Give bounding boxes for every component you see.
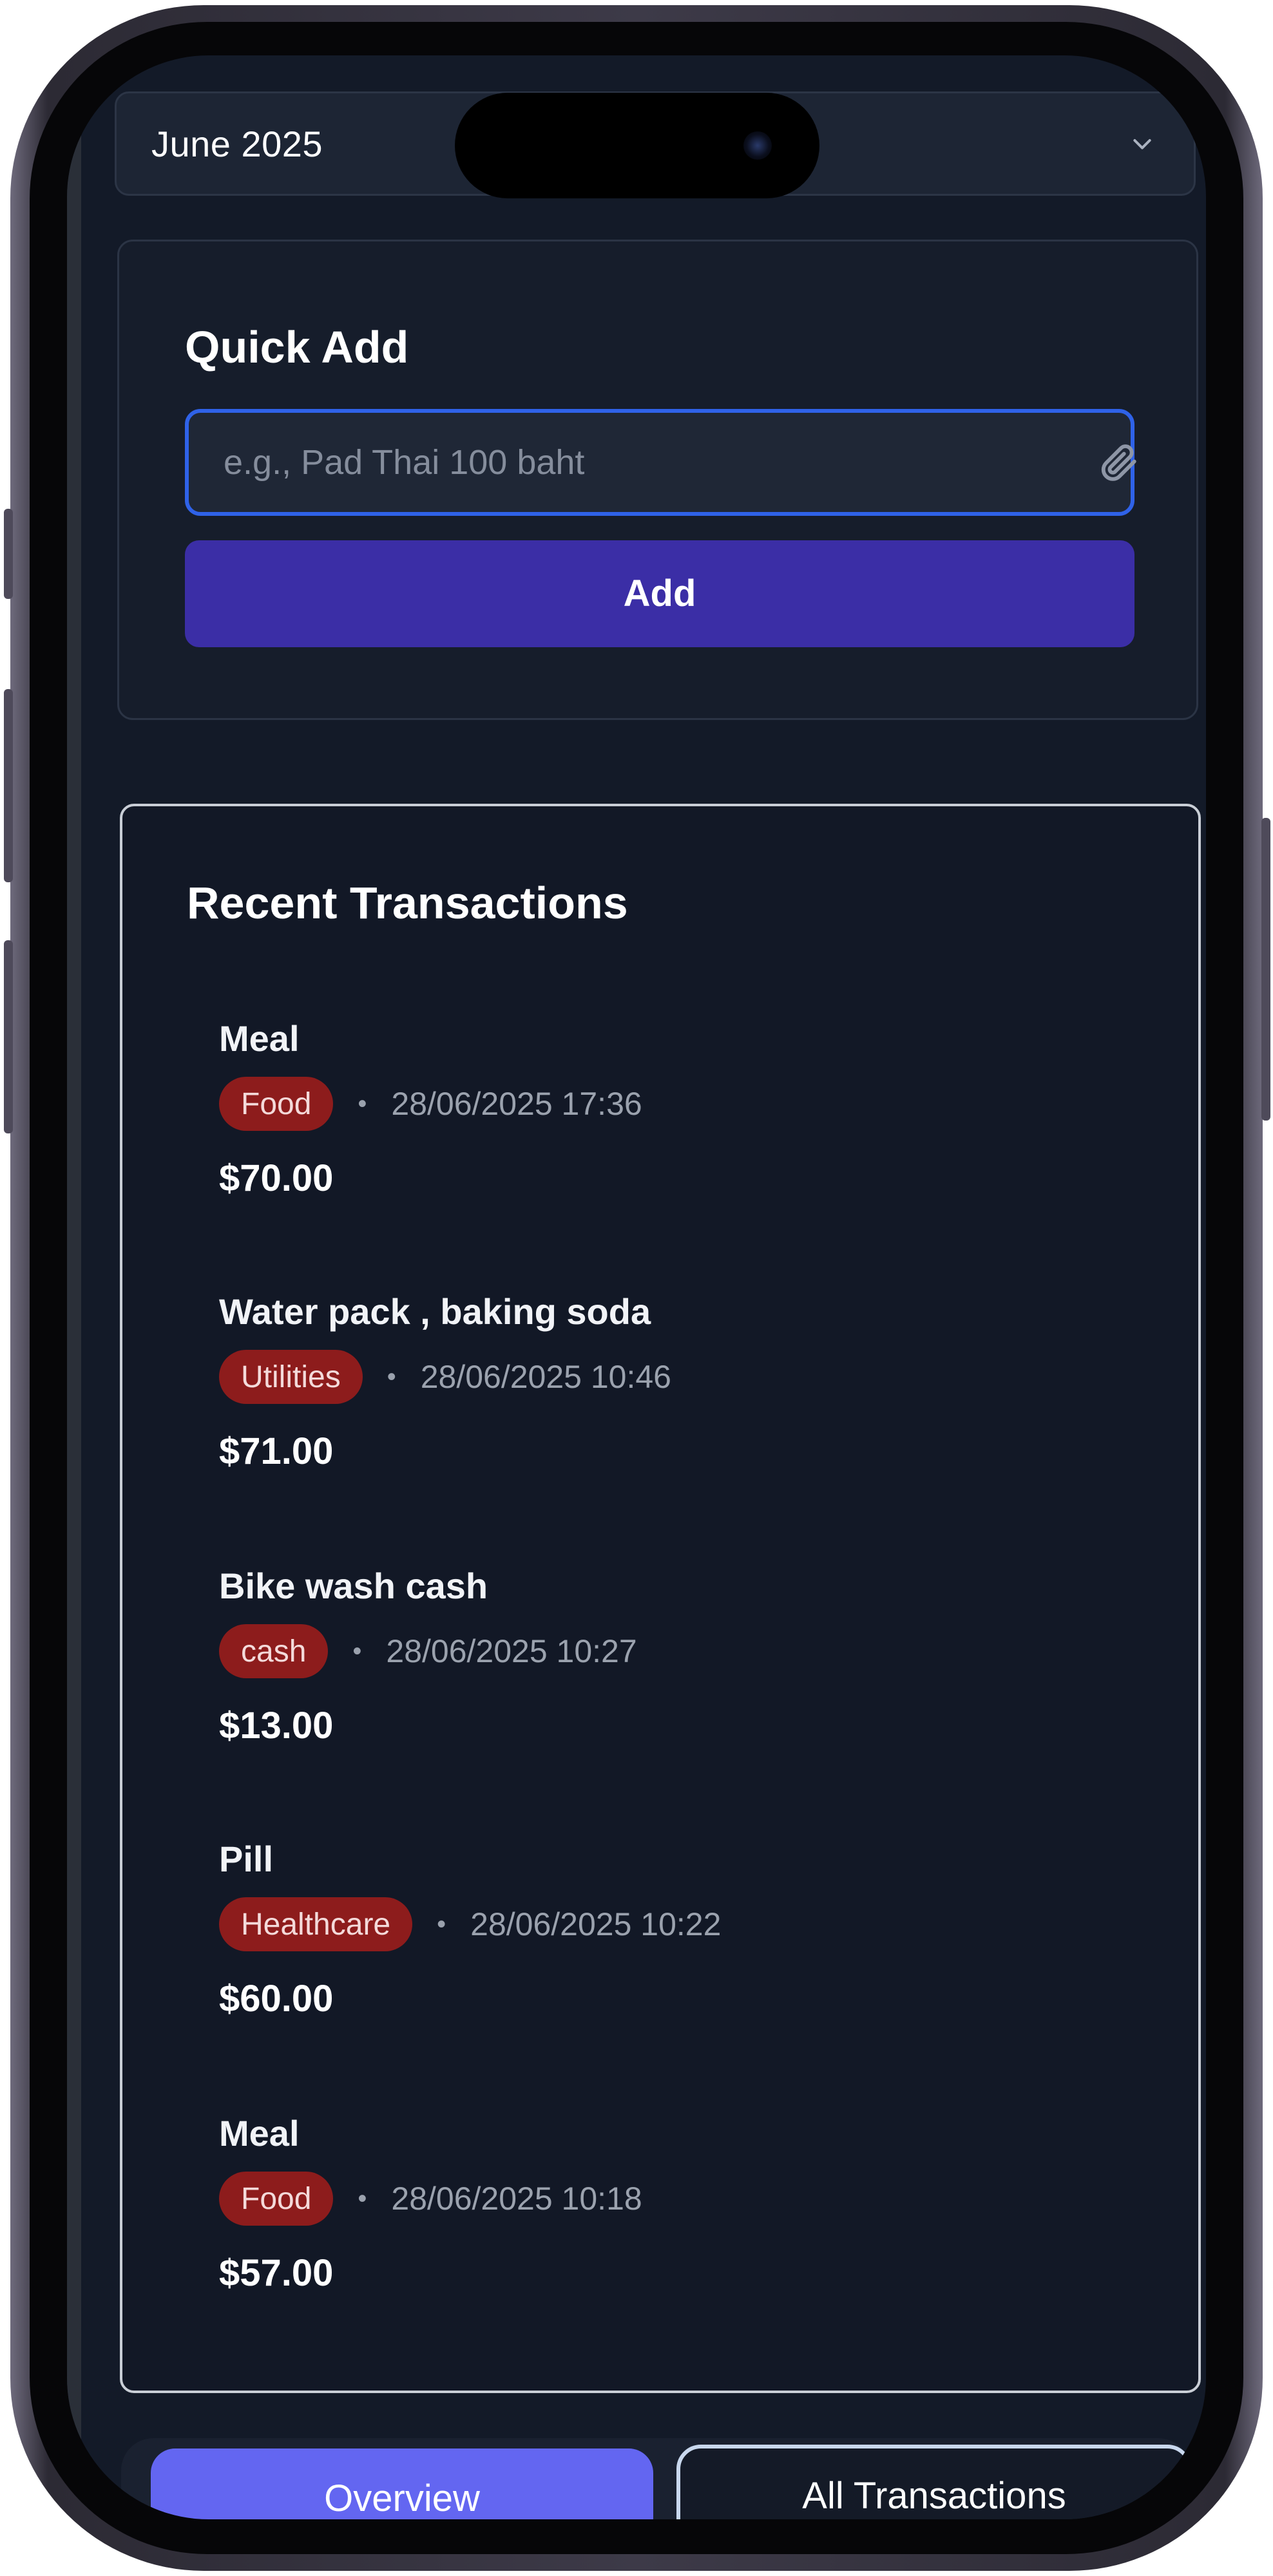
volume-down-button: [4, 940, 13, 1133]
separator-dot: •: [358, 2184, 367, 2213]
transaction-date: 28/06/2025 10:22: [470, 1906, 722, 1942]
transaction-date: 28/06/2025 10:46: [420, 1359, 671, 1395]
separator-dot: •: [352, 1636, 362, 1665]
transaction-name: Meal: [219, 2113, 300, 2154]
category-badge: Utilities: [219, 1350, 363, 1404]
transaction-meta: Healthcare • 28/06/2025 10:22: [219, 1897, 721, 1951]
month-label: June 2025: [151, 124, 323, 164]
transaction-amount: $57.00: [219, 2252, 334, 2294]
separator-dot: •: [387, 1362, 396, 1391]
transaction-item[interactable]: Meal Food • 28/06/2025 17:36 $70.00: [219, 1018, 1057, 1211]
transaction-item[interactable]: Bike wash cash cash • 28/06/2025 10:27 $…: [219, 1565, 1057, 1758]
transaction-amount: $13.00: [219, 1705, 334, 1747]
transaction-meta: Food • 28/06/2025 17:36: [219, 1077, 642, 1131]
transaction-item[interactable]: Water pack , baking soda Utilities • 28/…: [219, 1291, 1057, 1484]
transaction-name: Pill: [219, 1839, 274, 1879]
transaction-date: 28/06/2025 10:27: [386, 1633, 637, 1669]
transaction-meta: Food • 28/06/2025 10:18: [219, 2172, 642, 2226]
chevron-down-icon: [1133, 139, 1151, 149]
screen-edge: [67, 55, 81, 2519]
recent-transactions-title: Recent Transactions: [187, 878, 628, 928]
app-screen: June 2025 Quick Add Add Recent Transacti…: [67, 55, 1206, 2519]
tab-all-transactions[interactable]: All Transactions: [676, 2445, 1192, 2519]
transaction-amount: $70.00: [219, 1157, 334, 1199]
quick-add-title: Quick Add: [185, 322, 409, 372]
transaction-date: 28/06/2025 17:36: [391, 1086, 642, 1122]
category-badge: Healthcare: [219, 1897, 413, 1951]
quick-add-card: Quick Add Add: [117, 240, 1198, 720]
transaction-meta: cash • 28/06/2025 10:27: [219, 1624, 637, 1678]
paperclip-icon[interactable]: [1096, 440, 1141, 485]
transaction-name: Bike wash cash: [219, 1566, 488, 1606]
add-button[interactable]: Add: [185, 540, 1134, 647]
separator-dot: •: [358, 1089, 367, 1118]
category-badge: cash: [219, 1624, 329, 1678]
category-badge: Food: [219, 2172, 334, 2226]
recent-transactions-card: Recent Transactions Meal Food • 28/06/20…: [120, 804, 1201, 2393]
transaction-meta: Utilities • 28/06/2025 10:46: [219, 1350, 671, 1404]
transaction-amount: $71.00: [219, 1430, 334, 1472]
quick-add-input[interactable]: [185, 409, 1134, 516]
category-badge: Food: [219, 1077, 334, 1131]
transaction-date: 28/06/2025 10:18: [391, 2181, 642, 2217]
transaction-item[interactable]: Pill Healthcare • 28/06/2025 10:22 $60.0…: [219, 1838, 1057, 2031]
transaction-name: Water pack , baking soda: [219, 1291, 651, 1332]
volume-up-button: [4, 689, 13, 882]
tab-overview[interactable]: Overview: [151, 2448, 653, 2519]
camera-icon: [743, 131, 772, 160]
action-button: [4, 509, 13, 599]
transaction-amount: $60.00: [219, 1978, 334, 2020]
transaction-name: Meal: [219, 1018, 300, 1059]
power-button: [1261, 818, 1270, 1121]
separator-dot: •: [437, 1909, 446, 1938]
transaction-item[interactable]: Meal Food • 28/06/2025 10:18 $57.00: [219, 2112, 1057, 2306]
dynamic-island: [455, 93, 819, 198]
